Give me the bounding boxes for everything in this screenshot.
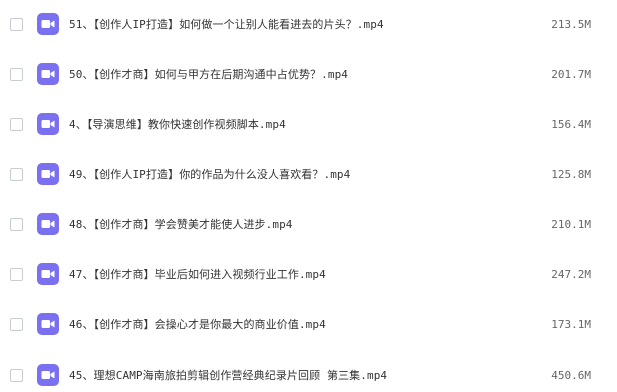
file-name[interactable]: 45、理想CAMP海南旅拍剪辑创作营经典纪录片回顾 第三集.mp4	[69, 367, 387, 383]
file-row[interactable]: 47、【创作才商】毕业后如何进入视频行业工作.mp4 247.2M	[0, 253, 617, 295]
file-row[interactable]: 4、【导演思维】教你快速创作视频脚本.mp4 156.4M	[0, 103, 617, 145]
row-checkbox[interactable]	[10, 267, 23, 281]
video-file-icon	[37, 163, 59, 185]
file-name[interactable]: 4、【导演思维】教你快速创作视频脚本.mp4	[69, 116, 286, 132]
video-file-icon	[37, 364, 59, 386]
file-name[interactable]: 51、【创作人IP打造】如何做一个让别人能看进去的片头？.mp4	[69, 16, 384, 32]
file-size: 156.4M	[551, 117, 591, 131]
file-name[interactable]: 46、【创作才商】会操心才是你最大的商业价值.mp4	[69, 316, 326, 332]
file-name[interactable]: 48、【创作才商】学会赞美才能使人进步.mp4	[69, 216, 293, 232]
file-row[interactable]: 45、理想CAMP海南旅拍剪辑创作营经典纪录片回顾 第三集.mp4 450.6M	[0, 354, 617, 392]
file-size: 450.6M	[551, 368, 591, 382]
file-row[interactable]: 50、【创作才商】如何与甲方在后期沟通中占优势？.mp4 201.7M	[0, 53, 617, 95]
video-file-icon	[37, 313, 59, 335]
file-name[interactable]: 49、【创作人IP打造】你的作品为什么没人喜欢看？.mp4	[69, 166, 350, 182]
video-file-icon	[37, 13, 59, 35]
row-checkbox[interactable]	[10, 67, 23, 81]
row-checkbox[interactable]	[10, 317, 23, 331]
file-size: 201.7M	[551, 67, 591, 81]
row-checkbox[interactable]	[10, 217, 23, 231]
row-checkbox[interactable]	[10, 368, 23, 382]
file-name[interactable]: 47、【创作才商】毕业后如何进入视频行业工作.mp4	[69, 266, 326, 282]
file-list: 51、【创作人IP打造】如何做一个让别人能看进去的片头？.mp4 213.5M 50…	[0, 0, 617, 392]
file-row[interactable]: 46、【创作才商】会操心才是你最大的商业价值.mp4 173.1M	[0, 303, 617, 345]
file-size: 125.8M	[551, 167, 591, 181]
file-row[interactable]: 48、【创作才商】学会赞美才能使人进步.mp4 210.1M	[0, 203, 617, 245]
video-file-icon	[37, 113, 59, 135]
file-size: 173.1M	[551, 317, 591, 331]
file-row[interactable]: 51、【创作人IP打造】如何做一个让别人能看进去的片头？.mp4 213.5M	[0, 3, 617, 45]
file-size: 247.2M	[551, 267, 591, 281]
file-row[interactable]: 49、【创作人IP打造】你的作品为什么没人喜欢看？.mp4 125.8M	[0, 153, 617, 195]
row-checkbox[interactable]	[10, 167, 23, 181]
video-file-icon	[37, 213, 59, 235]
file-name[interactable]: 50、【创作才商】如何与甲方在后期沟通中占优势？.mp4	[69, 66, 348, 82]
row-checkbox[interactable]	[10, 117, 23, 131]
file-size: 210.1M	[551, 217, 591, 231]
row-checkbox[interactable]	[10, 17, 23, 31]
video-file-icon	[37, 263, 59, 285]
file-size: 213.5M	[551, 17, 591, 31]
video-file-icon	[37, 63, 59, 85]
